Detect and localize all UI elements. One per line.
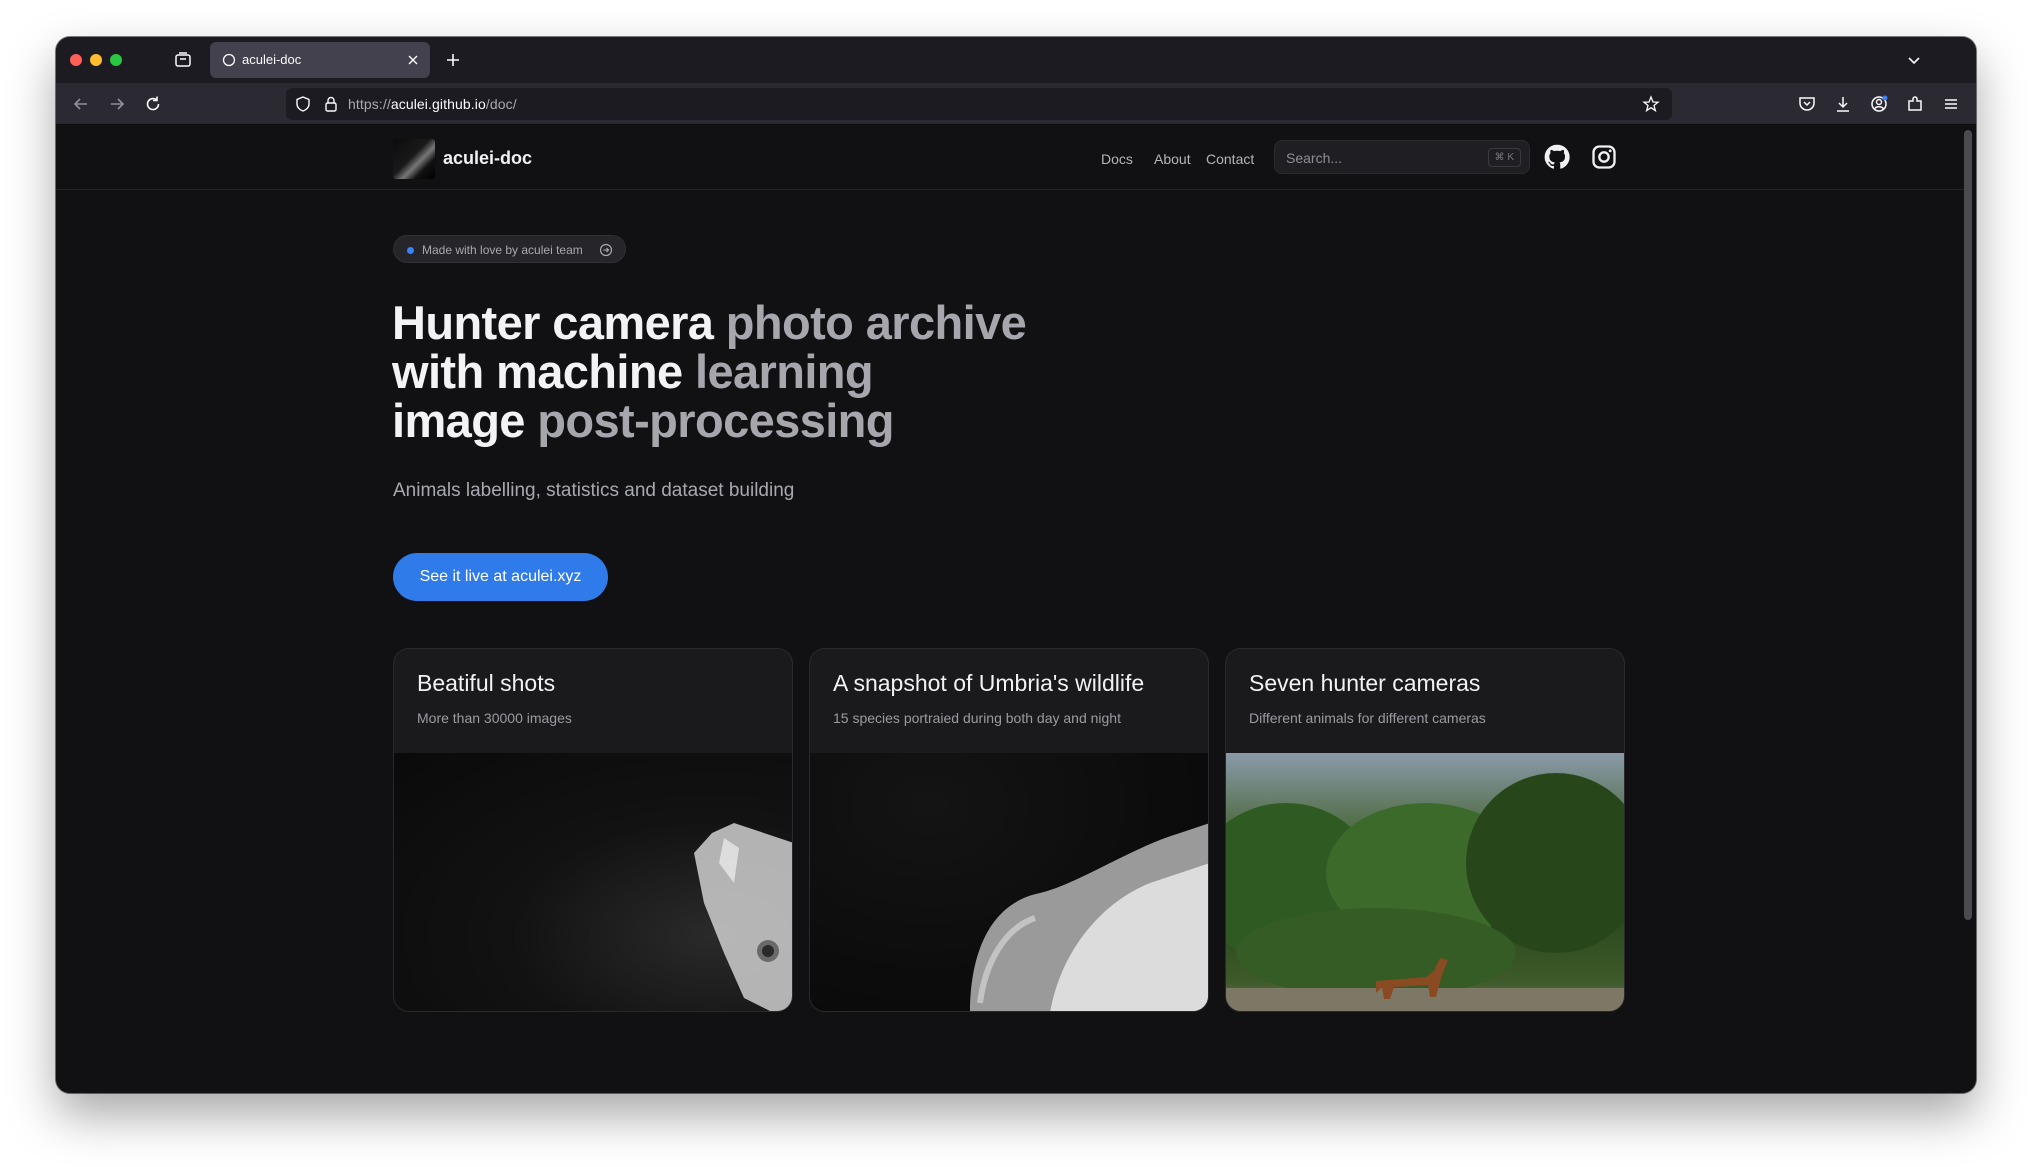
nav-link-contact[interactable]: Contact xyxy=(1206,151,1254,167)
status-dot xyxy=(407,247,414,254)
card-description: More than 30000 images xyxy=(417,710,572,726)
lock-icon[interactable] xyxy=(322,95,340,113)
card-image-deer-forest xyxy=(1226,753,1624,1011)
url-text[interactable]: https://aculei.github.io/doc/ xyxy=(348,96,517,112)
page-content: aculei-doc Docs About Contact Search... … xyxy=(56,126,1976,1093)
search-input[interactable]: Search... ⌘ K xyxy=(1274,140,1530,174)
search-shortcut: ⌘ K xyxy=(1487,148,1521,167)
card-title: A snapshot of Umbria's wildlife xyxy=(833,670,1145,696)
tab-title: aculei-doc xyxy=(242,52,302,67)
tab-aculei-doc[interactable]: aculei-doc xyxy=(210,42,430,78)
new-tab-icon[interactable] xyxy=(442,49,464,71)
close-window-button[interactable] xyxy=(70,54,82,66)
instagram-icon[interactable] xyxy=(1590,143,1618,171)
navigation-toolbar: https://aculei.github.io/doc/ xyxy=(56,83,1976,125)
logo[interactable] xyxy=(393,139,435,179)
card-title: Beatiful shots xyxy=(417,670,556,696)
feature-card-wildlife[interactable]: A snapshot of Umbria's wildlife 15 speci… xyxy=(809,648,1209,1012)
nav-link-docs[interactable]: Docs xyxy=(1101,151,1133,167)
site-header: aculei-doc Docs About Contact Search... … xyxy=(56,126,1964,190)
nav-link-about[interactable]: About xyxy=(1154,151,1191,167)
card-title: Seven hunter cameras xyxy=(1249,670,1481,696)
feature-card-cameras[interactable]: Seven hunter cameras Different animals f… xyxy=(1225,648,1625,1012)
pocket-icon[interactable] xyxy=(1796,93,1818,115)
globe-icon xyxy=(222,53,236,67)
bookmark-star-icon[interactable] xyxy=(1642,95,1660,113)
account-icon[interactable] xyxy=(1868,93,1890,115)
search-placeholder: Search... xyxy=(1286,150,1343,166)
browser-window: aculei-doc https://aculei.github.io/doc/… xyxy=(56,37,1976,1093)
scrollbar[interactable] xyxy=(1964,130,1972,920)
minimize-window-button[interactable] xyxy=(90,54,102,66)
forward-arrow-icon[interactable] xyxy=(106,93,128,115)
badge-text: Made with love by aculei team xyxy=(422,243,583,257)
tab-strip: aculei-doc xyxy=(56,37,1976,83)
back-arrow-icon[interactable] xyxy=(70,93,92,115)
tab-list-icon[interactable] xyxy=(172,49,194,71)
shield-icon[interactable] xyxy=(294,95,312,113)
made-with-love-badge[interactable]: Made with love by aculei team xyxy=(393,235,626,263)
chevron-down-icon[interactable] xyxy=(1904,50,1924,70)
maximize-window-button[interactable] xyxy=(110,54,122,66)
github-icon[interactable] xyxy=(1543,143,1571,171)
card-description: Different animals for different cameras xyxy=(1249,710,1486,726)
feature-card-shots[interactable]: Beatiful shots More than 30000 images xyxy=(393,648,793,1012)
url-bar[interactable]: https://aculei.github.io/doc/ xyxy=(286,88,1672,120)
reload-icon[interactable] xyxy=(142,93,164,115)
extensions-icon[interactable] xyxy=(1904,93,1926,115)
hero-title: Hunter camera photo archive with machine… xyxy=(392,296,1027,447)
card-image-animal-closeup xyxy=(810,753,1208,1011)
menu-icon[interactable] xyxy=(1940,93,1962,115)
download-icon[interactable] xyxy=(1832,93,1854,115)
see-it-live-button[interactable]: See it live at aculei.xyz xyxy=(393,553,608,601)
card-image-fox xyxy=(394,753,792,1011)
close-tab-icon[interactable] xyxy=(404,51,422,69)
hero-subtitle: Animals labelling, statistics and datase… xyxy=(393,480,795,501)
arrow-circle-right-icon xyxy=(599,243,613,257)
card-description: 15 species portraied during both day and… xyxy=(833,710,1121,726)
brand-name[interactable]: aculei-doc xyxy=(443,148,532,169)
